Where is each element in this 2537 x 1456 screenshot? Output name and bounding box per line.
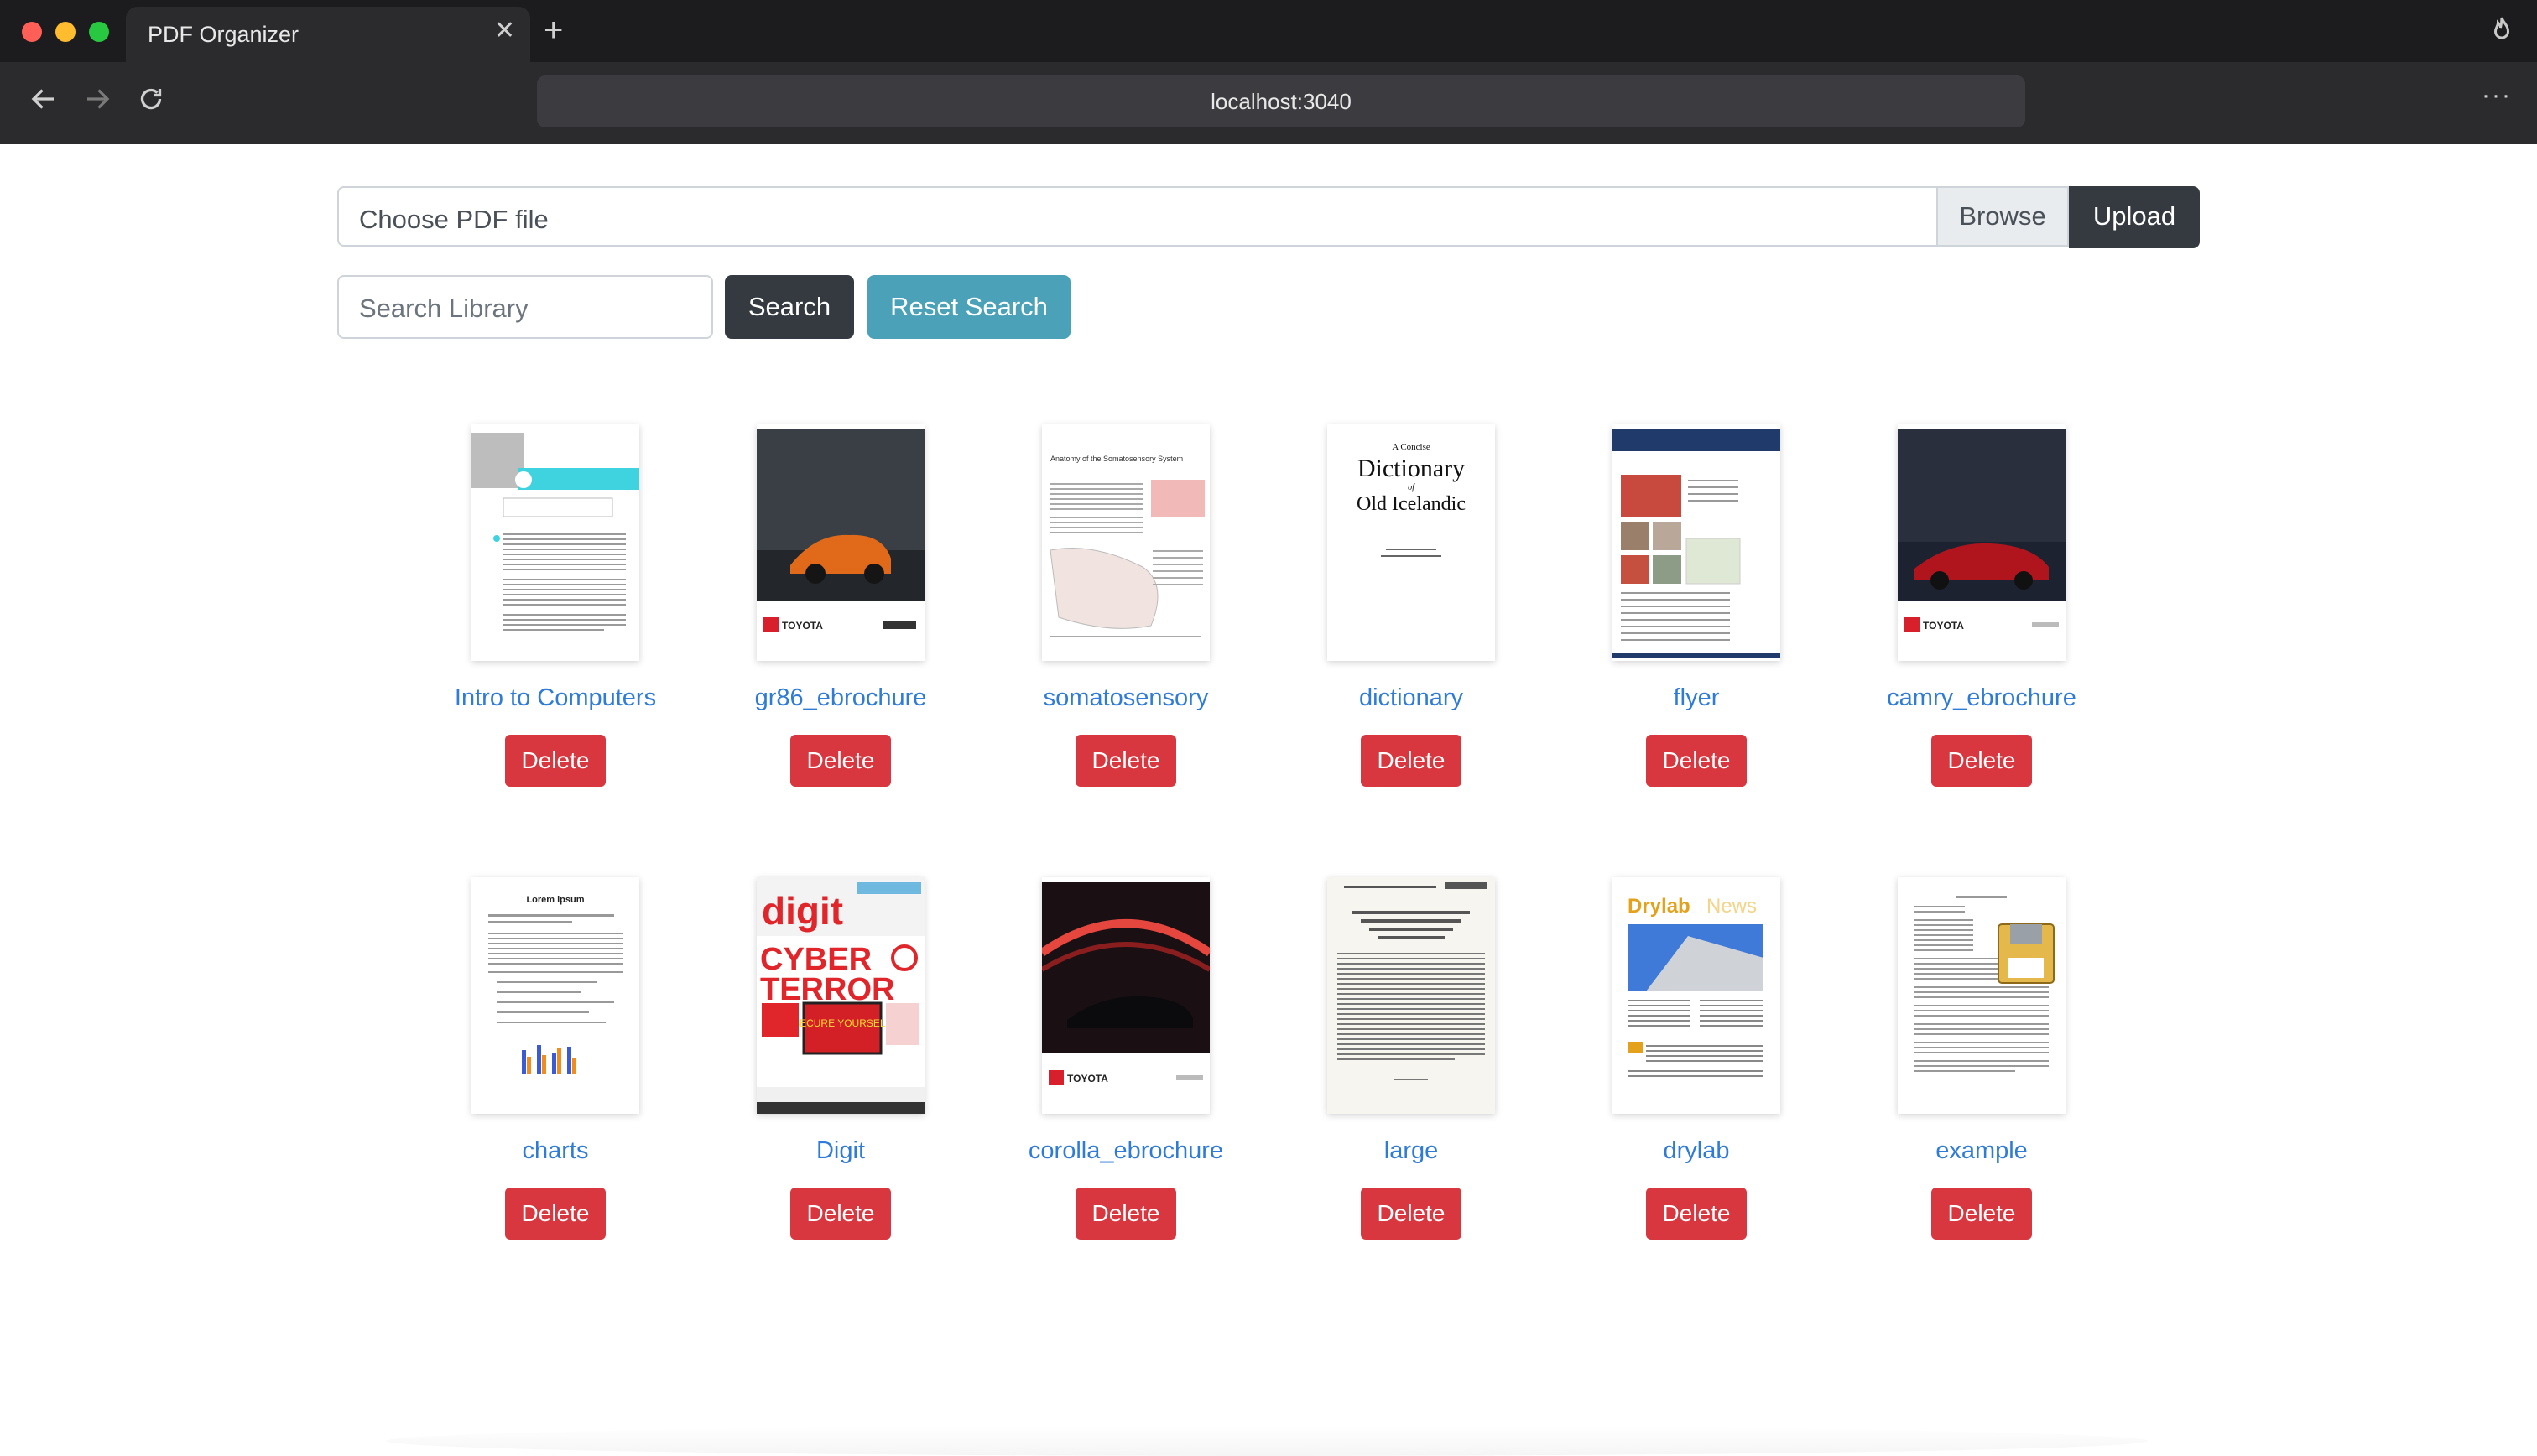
browser-tab[interactable]: PDF Organizer ✕ (126, 7, 530, 62)
svg-text:of: of (1408, 483, 1415, 492)
delete-button[interactable]: Delete (1646, 1188, 1747, 1240)
back-arrow-icon[interactable] (29, 84, 59, 114)
pdf-card: digit CYBER TERROR SECURE YOURSELF Digit… (664, 877, 950, 1263)
new-tab-icon[interactable]: + (544, 13, 563, 47)
delete-button[interactable]: Delete (505, 735, 606, 787)
pdf-thumbnail[interactable]: A Concise Dictionary of Old Icelandic (1327, 424, 1495, 661)
url-text: localhost:3040 (1211, 89, 1352, 114)
pdf-thumbnail[interactable] (1327, 877, 1495, 1114)
pdf-card: A Concise Dictionary of Old Icelandic di… (1235, 424, 1520, 810)
svg-text:News: News (1706, 895, 1757, 918)
svg-text:Anatomy of the Somatosensory S: Anatomy of the Somatosensory System (1050, 455, 1183, 463)
svg-text:SECURE YOURSELF: SECURE YOURSELF (793, 1017, 892, 1029)
pdf-card: Intro to Computers Delete (379, 424, 664, 810)
pdf-card: Lorem ipsum charts Delete (379, 877, 664, 1263)
svg-text:digit: digit (762, 889, 843, 933)
pdf-thumbnail[interactable]: Drylab News (1612, 877, 1780, 1114)
pdf-card: Anatomy of the Somatosensory System soma… (950, 424, 1235, 810)
tab-strip: PDF Organizer ✕ + (0, 0, 2537, 62)
search-button[interactable]: Search (725, 275, 854, 339)
svg-text:Drylab: Drylab (1628, 895, 1690, 918)
pdf-title-link[interactable]: camry_ebrochure (1805, 684, 2158, 712)
browse-button[interactable]: Browse (1938, 186, 2069, 247)
upload-form: Choose PDF file Browse Upload (337, 186, 2200, 248)
pdf-card: example Delete (1805, 877, 2091, 1263)
delete-button[interactable]: Delete (1931, 735, 2032, 787)
delete-button[interactable]: Delete (790, 1188, 891, 1240)
pdf-card: TOYOTA corolla_ebrochure Delete (950, 877, 1235, 1263)
pdf-thumbnail[interactable] (1612, 424, 1780, 661)
forward-arrow-icon[interactable] (82, 84, 112, 114)
pdf-thumbnail[interactable]: Lorem ipsum (471, 877, 639, 1114)
pdf-card: Drylab News drylab Delete (1520, 877, 1805, 1263)
svg-text:A Concise: A Concise (1392, 442, 1430, 452)
search-input[interactable]: Search Library (337, 275, 713, 339)
pdf-thumbnail[interactable]: digit CYBER TERROR SECURE YOURSELF (757, 877, 925, 1114)
page-bottom-shadow (386, 1426, 2148, 1456)
pdf-thumbnail[interactable]: TOYOTA (1898, 424, 2066, 661)
svg-text:Dictionary: Dictionary (1357, 455, 1465, 482)
delete-button[interactable]: Delete (505, 1188, 606, 1240)
search-placeholder: Search Library (359, 294, 529, 323)
flame-icon[interactable] (2487, 15, 2517, 45)
pdf-thumbnail[interactable]: TOYOTA (1042, 877, 1210, 1114)
svg-text:Old Icelandic: Old Icelandic (1357, 493, 1466, 515)
pdf-thumbnail[interactable] (1898, 877, 2066, 1114)
pdf-card: TOYOTA camry_ebrochure Delete (1805, 424, 2091, 810)
more-menu-icon[interactable]: ··· (2482, 83, 2512, 108)
browser-chrome: PDF Organizer ✕ + localhost:3040 ··· (0, 0, 2537, 144)
upload-button[interactable]: Upload (2069, 186, 2200, 248)
close-tab-icon[interactable]: ✕ (494, 18, 515, 44)
file-input[interactable]: Choose PDF file (337, 186, 1938, 247)
delete-button[interactable]: Delete (1646, 735, 1747, 787)
svg-text:Lorem ipsum: Lorem ipsum (526, 895, 584, 905)
delete-button[interactable]: Delete (790, 735, 891, 787)
pdf-thumbnail[interactable] (471, 424, 639, 661)
delete-button[interactable]: Delete (1076, 1188, 1176, 1240)
pdf-card: flyer Delete (1520, 424, 1805, 810)
tab-title: PDF Organizer (148, 22, 300, 47)
pdf-thumbnail[interactable]: TOYOTA (757, 424, 925, 661)
maximize-window-button[interactable] (89, 22, 109, 42)
pdf-thumbnail[interactable]: Anatomy of the Somatosensory System (1042, 424, 1210, 661)
pdf-title-link[interactable]: example (1805, 1137, 2158, 1165)
minimize-window-button[interactable] (55, 22, 76, 42)
address-bar[interactable]: localhost:3040 (537, 75, 2025, 127)
delete-button[interactable]: Delete (1361, 735, 1461, 787)
svg-text:TOYOTA: TOYOTA (782, 620, 823, 632)
delete-button[interactable]: Delete (1931, 1188, 2032, 1240)
delete-button[interactable]: Delete (1076, 735, 1176, 787)
pdf-card: large Delete (1235, 877, 1520, 1263)
reload-icon[interactable] (136, 84, 166, 114)
reset-search-button[interactable]: Reset Search (867, 275, 1071, 339)
close-window-button[interactable] (22, 22, 42, 42)
file-input-label: Choose PDF file (359, 205, 549, 234)
pdf-card: TOYOTA gr86_ebrochure Delete (664, 424, 950, 810)
svg-text:TOYOTA: TOYOTA (1067, 1073, 1108, 1084)
svg-text:TOYOTA: TOYOTA (1923, 620, 1964, 632)
delete-button[interactable]: Delete (1361, 1188, 1461, 1240)
